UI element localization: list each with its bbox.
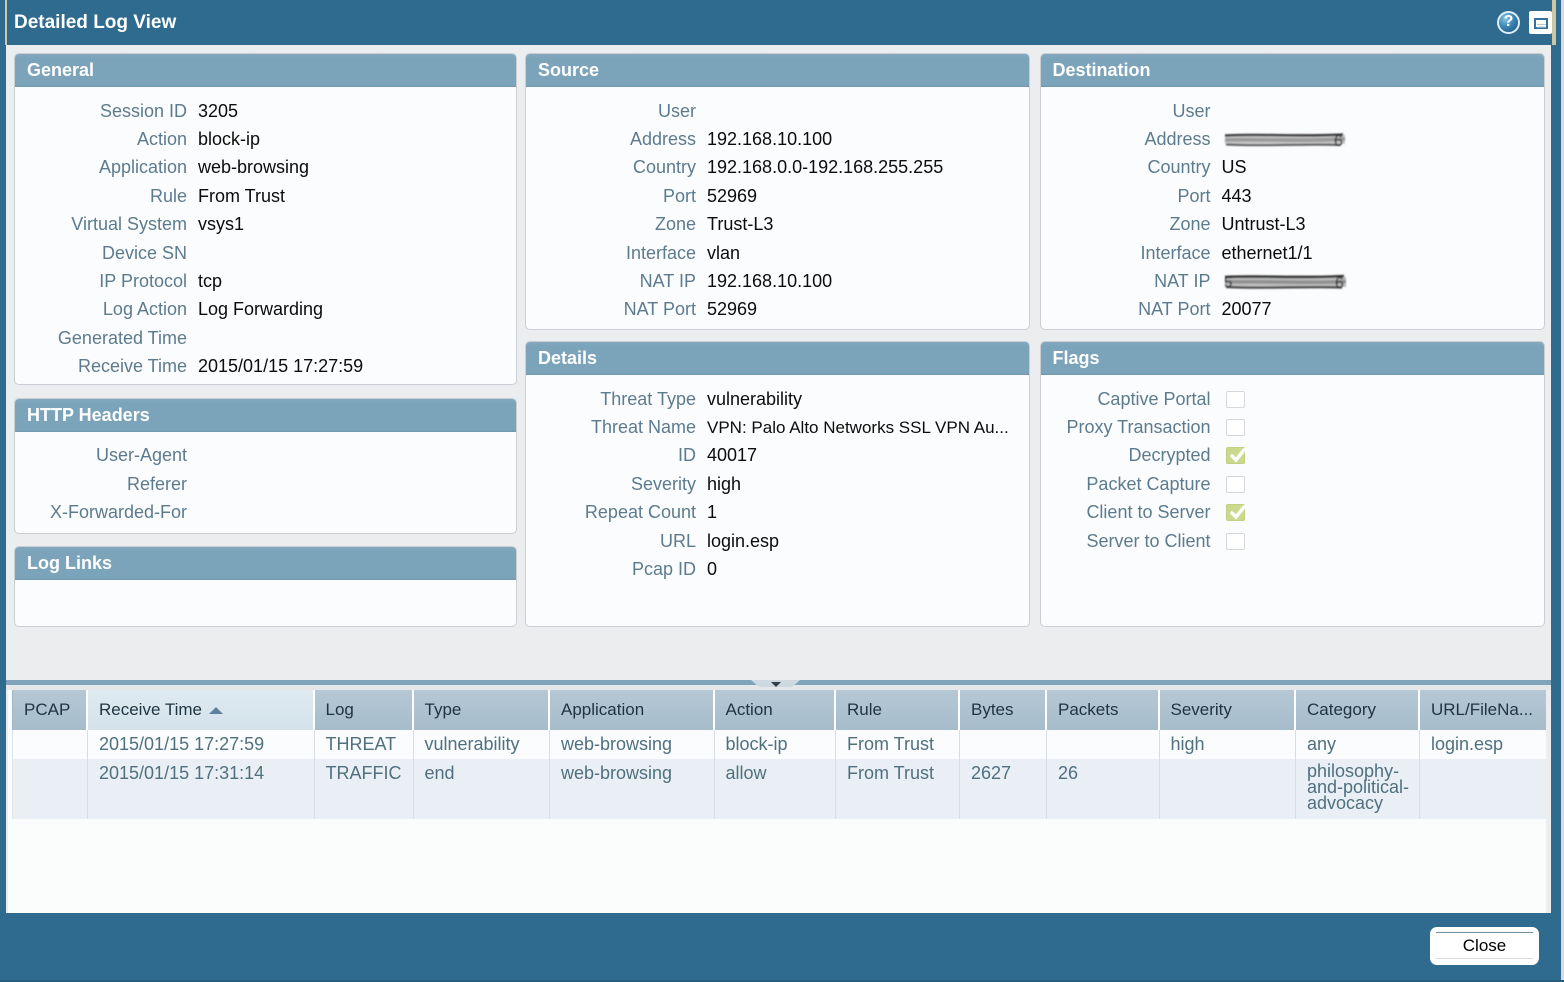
- svg-text:6: 6: [1335, 275, 1344, 291]
- svg-text:5: 5: [1224, 274, 1232, 291]
- svg-text:6: 6: [1334, 133, 1343, 149]
